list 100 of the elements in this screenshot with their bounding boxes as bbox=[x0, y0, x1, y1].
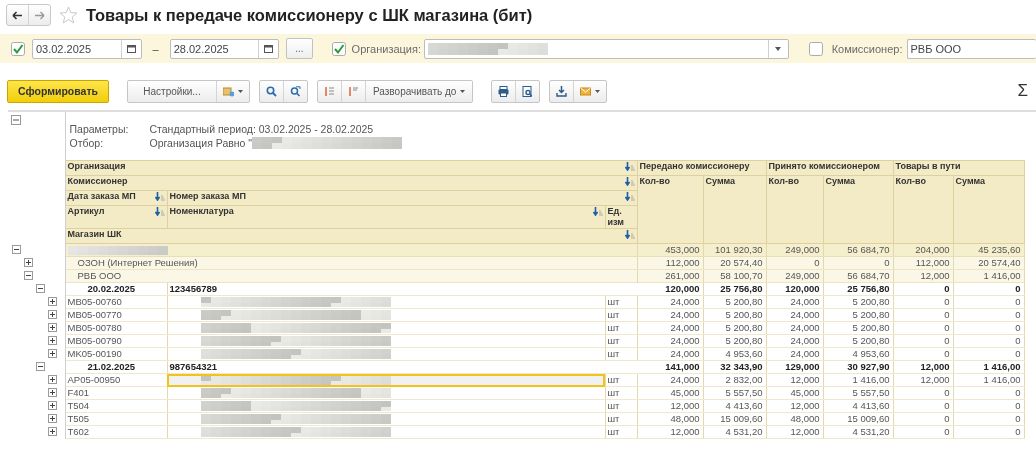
number-value: 45,000 bbox=[790, 387, 820, 398]
number-value: 20 574,40 bbox=[720, 257, 763, 268]
checkbox[interactable] bbox=[331, 41, 346, 56]
save-icon bbox=[556, 85, 568, 97]
sort-icon[interactable] bbox=[624, 176, 635, 186]
number-value: 453,000 bbox=[665, 244, 700, 255]
preview-icon bbox=[522, 85, 534, 97]
expand-toggle[interactable] bbox=[48, 297, 57, 306]
number-value: 0 bbox=[944, 309, 950, 320]
number-value: 0 bbox=[1015, 426, 1021, 437]
expand-toggle[interactable] bbox=[48, 388, 57, 397]
number-value: 0 bbox=[1015, 348, 1021, 359]
checkbox[interactable] bbox=[11, 41, 25, 56]
number-value: 24,000 bbox=[670, 335, 700, 346]
date-field[interactable]: 03.02.2025 bbox=[31, 38, 142, 59]
number-value: 15 009,60 bbox=[720, 413, 763, 424]
checkbox[interactable] bbox=[808, 41, 823, 56]
column-header: Товары в пути bbox=[895, 161, 961, 172]
calendar-icon bbox=[126, 43, 136, 54]
number-value: 101 920,30 bbox=[714, 244, 763, 255]
search-next-icon bbox=[290, 85, 301, 97]
star-icon[interactable] bbox=[59, 6, 78, 24]
number-value: 5 557,50 bbox=[852, 387, 890, 398]
number-value: 24,000 bbox=[670, 322, 700, 333]
sort-icon[interactable] bbox=[154, 191, 165, 201]
expand-toggle[interactable] bbox=[48, 310, 57, 319]
expand-toggle[interactable] bbox=[48, 401, 57, 410]
order-date: 21.02.2025 bbox=[87, 361, 136, 372]
number-value: 249,000 bbox=[785, 270, 820, 281]
sort-icon[interactable] bbox=[624, 229, 635, 239]
column-header: Сумма bbox=[705, 176, 736, 187]
date-field[interactable]: 28.02.2025 bbox=[169, 38, 280, 59]
unit-label: шт bbox=[607, 335, 620, 346]
expand-toggle[interactable] bbox=[11, 115, 21, 125]
commissioner-field[interactable]: РВБ ООО bbox=[906, 38, 1036, 59]
expand-toggle[interactable] bbox=[36, 362, 45, 371]
article-code: MB05-00790 bbox=[67, 335, 122, 346]
number-value: 12,000 bbox=[790, 426, 820, 437]
field-label: Организация: bbox=[351, 42, 421, 55]
column-header: Организация bbox=[67, 161, 126, 172]
order-number: 123456789 bbox=[169, 283, 218, 294]
number-value: 32 343,90 bbox=[720, 361, 763, 372]
number-value: 24,000 bbox=[790, 335, 820, 346]
number-value: 58 100,70 bbox=[720, 270, 763, 281]
caret-icon bbox=[595, 89, 601, 93]
commissioner-name: ОЗОН (Интернет Решения) bbox=[77, 257, 198, 268]
number-value: 0 bbox=[1015, 283, 1021, 294]
sort-icon[interactable] bbox=[624, 161, 635, 171]
expand-toggle[interactable] bbox=[12, 245, 21, 254]
sort-icon[interactable] bbox=[592, 206, 603, 216]
number-value: 12,000 bbox=[790, 374, 820, 385]
expand-toggle[interactable] bbox=[48, 375, 57, 384]
number-value: 112,000 bbox=[665, 257, 700, 268]
number-value: 120,000 bbox=[785, 283, 820, 294]
column-header: Кол-во bbox=[895, 176, 926, 187]
column-header: Кол-во bbox=[768, 176, 799, 187]
number-value: 48,000 bbox=[790, 413, 820, 424]
period-button[interactable]: ... bbox=[286, 38, 313, 59]
number-value: 129,000 bbox=[785, 361, 820, 372]
parameter-label: Параметры: bbox=[69, 122, 130, 136]
sort-icon[interactable] bbox=[154, 206, 165, 216]
number-value: 1 416,00 bbox=[852, 374, 890, 385]
number-value: 56 684,70 bbox=[847, 270, 890, 281]
column-header: Артикул bbox=[67, 206, 105, 217]
number-value: 249,000 bbox=[785, 244, 820, 255]
expand-toggle[interactable] bbox=[48, 323, 57, 332]
expand-toggle[interactable] bbox=[48, 336, 57, 345]
column-header: Дата заказа МП bbox=[67, 191, 136, 202]
number-value: 12,000 bbox=[670, 426, 700, 437]
expand-toggle[interactable] bbox=[48, 427, 57, 436]
sort-icon[interactable] bbox=[624, 191, 635, 201]
email-icon bbox=[580, 85, 592, 97]
number-value: 0 bbox=[1015, 335, 1021, 346]
number-value: 0 bbox=[944, 348, 950, 359]
right-arrow-icon bbox=[34, 10, 45, 20]
number-value: 4 413,60 bbox=[852, 400, 890, 411]
column-header: Комиссионер bbox=[67, 176, 128, 187]
column-header: Кол-во bbox=[639, 176, 670, 187]
article-code: MB05-00770 bbox=[67, 309, 122, 320]
number-value: 4 531,20 bbox=[725, 426, 763, 437]
generate-button[interactable]: Сформировать bbox=[7, 79, 109, 103]
expand-toggle[interactable] bbox=[48, 349, 57, 358]
column-header: Передано комиссионеру bbox=[639, 161, 750, 172]
expand-toggle[interactable] bbox=[48, 414, 57, 423]
search-icon bbox=[266, 85, 277, 97]
unit-label: шт bbox=[607, 400, 620, 411]
expand-toggle[interactable] bbox=[24, 258, 33, 267]
number-value: 5 200,80 bbox=[852, 309, 890, 320]
number-value: 4 413,60 bbox=[725, 400, 763, 411]
number-value: 30 927,90 bbox=[847, 361, 890, 372]
unit-label: шт bbox=[607, 309, 620, 320]
number-value: 5 200,80 bbox=[725, 309, 763, 320]
number-value: 56 684,70 bbox=[847, 244, 890, 255]
expand-toggle[interactable] bbox=[24, 271, 33, 280]
unit-label: шт bbox=[607, 322, 620, 333]
window-title: Товары к передаче комиссионеру с ШК магазина (бит) bbox=[86, 5, 533, 25]
sum-button[interactable]: Σ bbox=[1017, 81, 1028, 101]
field-label: Комиссионер: bbox=[831, 42, 903, 55]
organization-field[interactable] bbox=[424, 38, 789, 59]
expand-toggle[interactable] bbox=[36, 284, 45, 293]
